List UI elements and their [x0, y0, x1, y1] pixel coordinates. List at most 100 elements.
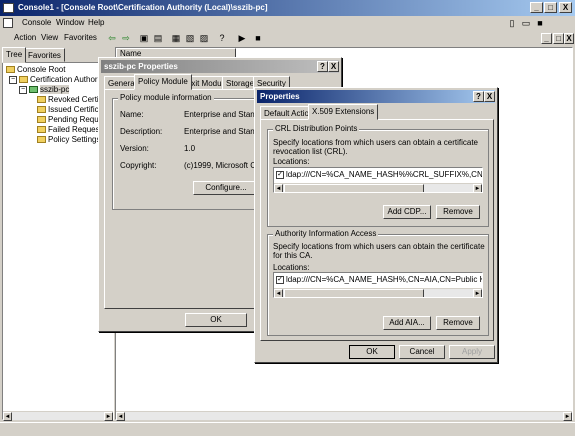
aia-scrollbar[interactable]: ◄ ►	[274, 288, 482, 297]
window-titlebar[interactable]: Console1 - [Console Root\Certification A…	[0, 0, 575, 16]
minimize-button[interactable]: _	[530, 2, 543, 13]
version-label: Version:	[120, 144, 149, 153]
scroll-left-icon[interactable]: ◄	[274, 289, 283, 297]
maximize-button[interactable]: □	[544, 2, 557, 13]
cancel-button[interactable]: Cancel	[399, 345, 445, 359]
server-icon	[29, 86, 38, 94]
add-cdp-button[interactable]: Add CDP...	[383, 205, 431, 219]
menu-bar: Console Window Help ▯ ▭ ■ _ □ X	[0, 16, 575, 44]
list-scrollbar[interactable]: ◄ ►	[116, 411, 572, 421]
aia-description: Specify locations from which users can o…	[273, 242, 485, 260]
scroll-right-icon[interactable]: ►	[104, 412, 113, 421]
name-label: Name:	[120, 110, 144, 119]
close-button[interactable]: X	[559, 2, 572, 13]
crl-scrollbar[interactable]: ◄ ►	[274, 183, 482, 192]
add-aia-button[interactable]: Add AIA...	[383, 316, 431, 330]
window-title: Console1 - [Console Root\Certification A…	[18, 3, 268, 12]
expand-icon[interactable]: −	[19, 85, 27, 94]
forward-icon[interactable]: ⇨	[120, 32, 132, 44]
properties-icon[interactable]: ▦	[170, 32, 182, 44]
folder-icon	[37, 96, 46, 104]
help-button[interactable]: ?	[317, 61, 328, 72]
stop-service-icon[interactable]: ■	[252, 32, 264, 44]
aia-location-checkbox[interactable]: ✓	[276, 275, 284, 284]
group-label: Authority Information Access	[273, 229, 379, 238]
tab-panel: CRL Distribution Points Specify location…	[260, 119, 494, 341]
save-icon[interactable]: ■	[534, 17, 546, 29]
certificate-authority-icon	[19, 76, 28, 84]
remove-aia-button[interactable]: Remove	[436, 316, 480, 330]
menu-favorites[interactable]: Favorites	[64, 33, 97, 42]
back-icon[interactable]: ⇦	[106, 32, 118, 44]
up-icon[interactable]: ▣	[138, 32, 150, 44]
scroll-thumb[interactable]	[284, 184, 424, 192]
folder-icon	[37, 136, 46, 144]
scroll-left-icon[interactable]: ◄	[116, 412, 125, 421]
help-icon[interactable]: ?	[216, 32, 228, 44]
scroll-left-icon[interactable]: ◄	[3, 412, 12, 421]
ok-button[interactable]: OK	[349, 345, 395, 359]
folder-icon	[6, 66, 15, 74]
crl-location-item[interactable]: ✓ ldap:///CN=%CA_NAME_HASH%%CRL_SUFFIX%,C…	[276, 170, 482, 179]
scroll-right-icon[interactable]: ►	[473, 289, 482, 297]
remove-cdp-button[interactable]: Remove	[436, 205, 480, 219]
tree-root[interactable]: Console Root	[6, 65, 65, 75]
menu-view[interactable]: View	[41, 33, 58, 42]
refresh-icon[interactable]: ▧	[184, 32, 196, 44]
description-label: Description:	[120, 127, 163, 136]
tree-item-label: Issued Certificat	[48, 105, 106, 114]
dialog-titlebar[interactable]: Properties	[257, 90, 495, 103]
apply-button[interactable]: Apply	[449, 345, 495, 359]
scroll-right-icon[interactable]: ►	[473, 184, 482, 192]
ok-button[interactable]: OK	[185, 313, 247, 327]
tree-server[interactable]: − sszib-pc	[19, 85, 70, 95]
close-button[interactable]: X	[484, 91, 495, 102]
tab-favorites[interactable]: Favorites	[24, 48, 65, 62]
export-icon[interactable]: ▨	[198, 32, 210, 44]
aia-location-text: ldap:///CN=%CA_NAME_HASH%,CN=AIA,CN=Publ…	[286, 275, 482, 284]
configure-button[interactable]: Configure...	[193, 181, 259, 195]
scroll-right-icon[interactable]: ►	[563, 412, 572, 421]
group-label: Policy module information	[118, 93, 214, 102]
crl-description: Specify locations from which users can o…	[273, 138, 478, 156]
crl-location-list[interactable]: ✓ ldap:///CN=%CA_NAME_HASH%%CRL_SUFFIX%,C…	[273, 167, 483, 193]
folder-icon	[37, 106, 46, 114]
help-button[interactable]: ?	[473, 91, 484, 102]
tree-scrollbar[interactable]: ◄ ►	[3, 411, 113, 421]
tree-item-issued[interactable]: Issued Certificat	[37, 105, 105, 115]
copyright-label: Copyright:	[120, 161, 157, 170]
dialog-title: Properties	[260, 92, 300, 101]
tree-item-revoked[interactable]: Revoked Certific	[37, 95, 107, 105]
close-button[interactable]: X	[328, 61, 339, 72]
dialog-titlebar[interactable]: sszib-pc Properties	[101, 60, 339, 73]
group-label: CRL Distribution Points	[273, 124, 360, 133]
aia-location-item[interactable]: ✓ ldap:///CN=%CA_NAME_HASH%,CN=AIA,CN=Pub…	[276, 275, 482, 284]
aia-location-list[interactable]: ✓ ldap:///CN=%CA_NAME_HASH%,CN=AIA,CN=Pub…	[273, 272, 483, 298]
folder-icon	[37, 126, 46, 134]
tab-x509-extensions[interactable]: X.509 Extensions	[308, 104, 379, 120]
expand-icon[interactable]: −	[9, 75, 17, 84]
dialog-title: sszib-pc Properties	[104, 62, 178, 71]
toolbar: Action View Favorites ⇦ ⇨ ▣ ▤ ▦ ▧ ▨ ? ▶ …	[0, 31, 575, 46]
menu-window[interactable]: Window	[56, 18, 84, 27]
scroll-thumb[interactable]	[284, 289, 424, 297]
status-bar	[0, 422, 575, 436]
app-icon	[3, 3, 14, 13]
open-icon[interactable]: ▭	[520, 17, 532, 29]
start-service-icon[interactable]: ▶	[236, 32, 248, 44]
version-value: 1.0	[184, 144, 196, 153]
crl-locations-label: Locations:	[273, 157, 310, 166]
new-icon[interactable]: ▯	[506, 17, 518, 29]
menu-help[interactable]: Help	[88, 18, 104, 27]
menu-action[interactable]: Action	[14, 33, 36, 42]
scroll-left-icon[interactable]: ◄	[274, 184, 283, 192]
aia-locations-label: Locations:	[273, 263, 310, 272]
tree-item-policy[interactable]: Policy Settings	[37, 135, 100, 145]
tab-policy-module[interactable]: Policy Module	[134, 74, 192, 90]
show-tree-icon[interactable]: ▤	[152, 32, 164, 44]
crl-location-checkbox[interactable]: ✓	[276, 170, 284, 179]
tab-tree[interactable]: Tree	[2, 47, 27, 63]
console-icon	[3, 18, 13, 28]
tree-item-failed[interactable]: Failed Requests	[37, 125, 106, 135]
menu-console[interactable]: Console	[22, 18, 51, 27]
